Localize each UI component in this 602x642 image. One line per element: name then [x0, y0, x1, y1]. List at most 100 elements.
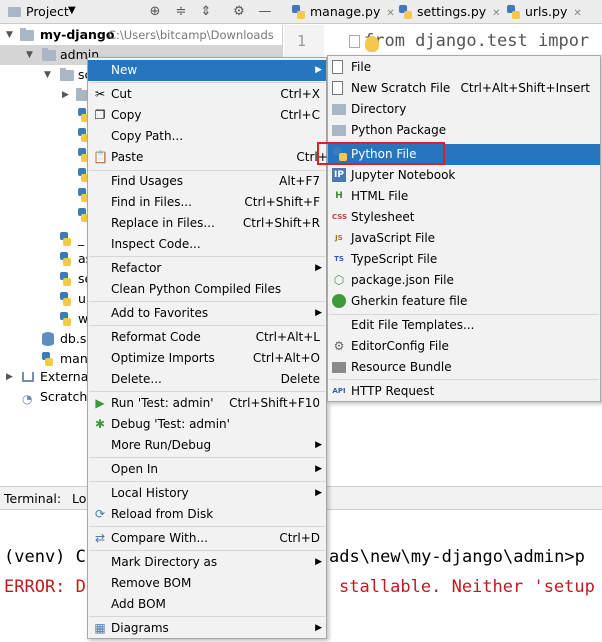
menu-item-refactor[interactable]: Refactor ▶ [88, 258, 326, 279]
menu-item-label: Diagrams [111, 621, 169, 635]
menu-item-inspect-code[interactable]: Inspect Code... [88, 234, 326, 255]
menu-item-label: Inspect Code... [111, 237, 201, 251]
new-submenu: File New Scratch File Ctrl+Alt+Shift+Ins… [327, 55, 601, 402]
menu-item-mark-directory[interactable]: Mark Directory as ▶ [88, 552, 326, 573]
menu-item-delete[interactable]: Delete... Delete [88, 369, 326, 390]
menu-separator [89, 82, 325, 83]
scratches-icon: ◔ [22, 392, 33, 406]
fold-icon[interactable] [349, 35, 360, 48]
terminal-tab-local[interactable]: Lo [72, 491, 86, 506]
menu-item-cut[interactable]: ✂ Cut Ctrl+X [88, 84, 326, 105]
chevron-right-icon: ▶ [6, 372, 13, 382]
close-icon[interactable]: ✕ [492, 8, 500, 19]
python-file-icon [42, 352, 53, 366]
menu-item-label: Copy [111, 108, 142, 122]
tab-manage-py[interactable]: manage.py ✕ [290, 0, 395, 24]
menu-item-local-history[interactable]: Local History ▶ [88, 483, 326, 504]
tree-root[interactable]: ▼ my-django C:\Users\bitcamp\Downloads [0, 25, 282, 45]
collapse-all-icon[interactable]: ≑ [172, 3, 190, 21]
submenu-item-edit-templates[interactable]: Edit File Templates... [328, 315, 600, 336]
submenu-item-html[interactable]: H HTML File [328, 186, 600, 207]
tab-settings-py[interactable]: settings.py ✕ [397, 0, 501, 24]
menu-item-label: New [111, 63, 138, 77]
submenu-item-editorconfig[interactable]: ⚙ EditorConfig File [328, 336, 600, 357]
menu-separator [89, 616, 325, 617]
menu-separator [89, 481, 325, 482]
terminal-error-end: stallable. Neither 'setup [339, 577, 595, 597]
menu-item-label: Paste [111, 150, 144, 164]
menu-separator [89, 391, 325, 392]
menu-item-reload[interactable]: ⟳ Reload from Disk [88, 504, 326, 525]
menu-item-copy-path[interactable]: Copy Path... [88, 126, 326, 147]
reload-icon: ⟳ [94, 507, 106, 521]
menu-item-remove-bom[interactable]: Remove BOM [88, 573, 326, 594]
locate-icon[interactable]: ⊕ [146, 3, 164, 21]
menu-item-shortcut: Ctrl+Shift+F10 [229, 396, 320, 410]
menu-item-label: Python Package [351, 123, 447, 137]
menu-item-label: EditorConfig File [351, 339, 449, 353]
menu-item-label: More Run/Debug [111, 438, 212, 452]
menu-separator [89, 325, 325, 326]
submenu-item-gherkin[interactable]: Gherkin feature file [328, 291, 600, 312]
menu-item-shortcut: Alt+F7 [279, 174, 320, 188]
close-icon[interactable]: ✕ [386, 8, 394, 19]
tab-label: settings.py [417, 4, 487, 19]
menu-item-reformat[interactable]: Reformat Code Ctrl+Alt+L [88, 327, 326, 348]
menu-item-new[interactable]: New ▶ [88, 60, 326, 81]
menu-item-paste[interactable]: 📋 Paste Ctrl+V [88, 147, 336, 168]
submenu-item-python-package[interactable]: Python Package [328, 120, 600, 141]
menu-item-label: Jupyter Notebook [351, 168, 456, 182]
code-line[interactable]: from django.test impor [364, 31, 589, 51]
menu-item-add-bom[interactable]: Add BOM [88, 594, 326, 615]
menu-item-open-in[interactable]: Open In ▶ [88, 459, 326, 480]
hide-panel-icon[interactable]: — [256, 3, 274, 21]
gear-icon: ⚙ [333, 339, 345, 353]
chevron-right-icon: ▶ [315, 488, 322, 498]
python-file-icon [399, 5, 412, 19]
submenu-item-http-request[interactable]: API HTTP Request [328, 381, 600, 402]
menu-item-run[interactable]: ▶ Run 'Test: admin' Ctrl+Shift+F10 [88, 393, 326, 414]
submenu-item-jupyter[interactable]: IP Jupyter Notebook [328, 165, 600, 186]
menu-item-find-in-files[interactable]: Find in Files... Ctrl+Shift+F [88, 192, 326, 213]
submenu-item-resource-bundle[interactable]: Resource Bundle [328, 357, 600, 378]
menu-item-add-favorites[interactable]: Add to Favorites ▶ [88, 303, 326, 324]
file-icon [332, 60, 343, 74]
package-icon [332, 125, 346, 136]
close-icon[interactable]: ✕ [573, 8, 581, 19]
submenu-item-scratch-file[interactable]: New Scratch File Ctrl+Alt+Shift+Insert [328, 78, 600, 99]
expand-all-icon[interactable]: ⇕ [197, 3, 215, 21]
lightbulb-icon[interactable] [365, 36, 379, 52]
scratch-file-icon [332, 81, 343, 95]
menu-item-clean-compiled[interactable]: Clean Python Compiled Files [88, 279, 326, 300]
menu-item-debug[interactable]: ✱ Debug 'Test: admin' [88, 414, 326, 435]
python-file-icon [507, 5, 520, 19]
menu-item-optimize-imports[interactable]: Optimize Imports Ctrl+Alt+O [88, 348, 326, 369]
cucumber-icon [332, 294, 346, 308]
menu-item-label: Reload from Disk [111, 507, 214, 521]
project-label: Project [26, 4, 69, 19]
menu-item-label: Replace in Files... [111, 216, 215, 230]
menu-item-compare[interactable]: ⇄ Compare With... Ctrl+D [88, 528, 326, 549]
annotation-highlight-box [317, 142, 445, 165]
terminal-error-start: ERROR: D [4, 577, 86, 597]
menu-item-label: Add to Favorites [111, 306, 209, 320]
menu-item-shortcut: Ctrl+Alt+Shift+Insert [460, 81, 590, 95]
menu-item-find-usages[interactable]: Find Usages Alt+F7 [88, 171, 326, 192]
submenu-item-file[interactable]: File [328, 57, 600, 78]
menu-item-diagrams[interactable]: ▦ Diagrams ▶ [88, 618, 326, 639]
menu-item-more-run[interactable]: More Run/Debug ▶ [88, 435, 326, 456]
menu-item-replace-in-files[interactable]: Replace in Files... Ctrl+Shift+R [88, 213, 326, 234]
menu-item-copy[interactable]: ❐ Copy Ctrl+C [88, 105, 326, 126]
submenu-item-typescript[interactable]: TS TypeScript File [328, 249, 600, 270]
tab-urls-py[interactable]: urls.py ✕ [505, 0, 582, 24]
python-file-icon [60, 272, 71, 286]
folder-icon [20, 28, 34, 41]
chevron-right-icon: ▶ [315, 65, 322, 75]
submenu-item-javascript[interactable]: JS JavaScript File [328, 228, 600, 249]
submenu-item-directory[interactable]: Directory [328, 99, 600, 120]
submenu-item-stylesheet[interactable]: CSS Stylesheet [328, 207, 600, 228]
html-icon: H [335, 191, 343, 201]
menu-separator [89, 457, 325, 458]
gear-icon[interactable]: ⚙ [230, 3, 248, 21]
submenu-item-package-json[interactable]: ⬡ package.json File [328, 270, 600, 291]
